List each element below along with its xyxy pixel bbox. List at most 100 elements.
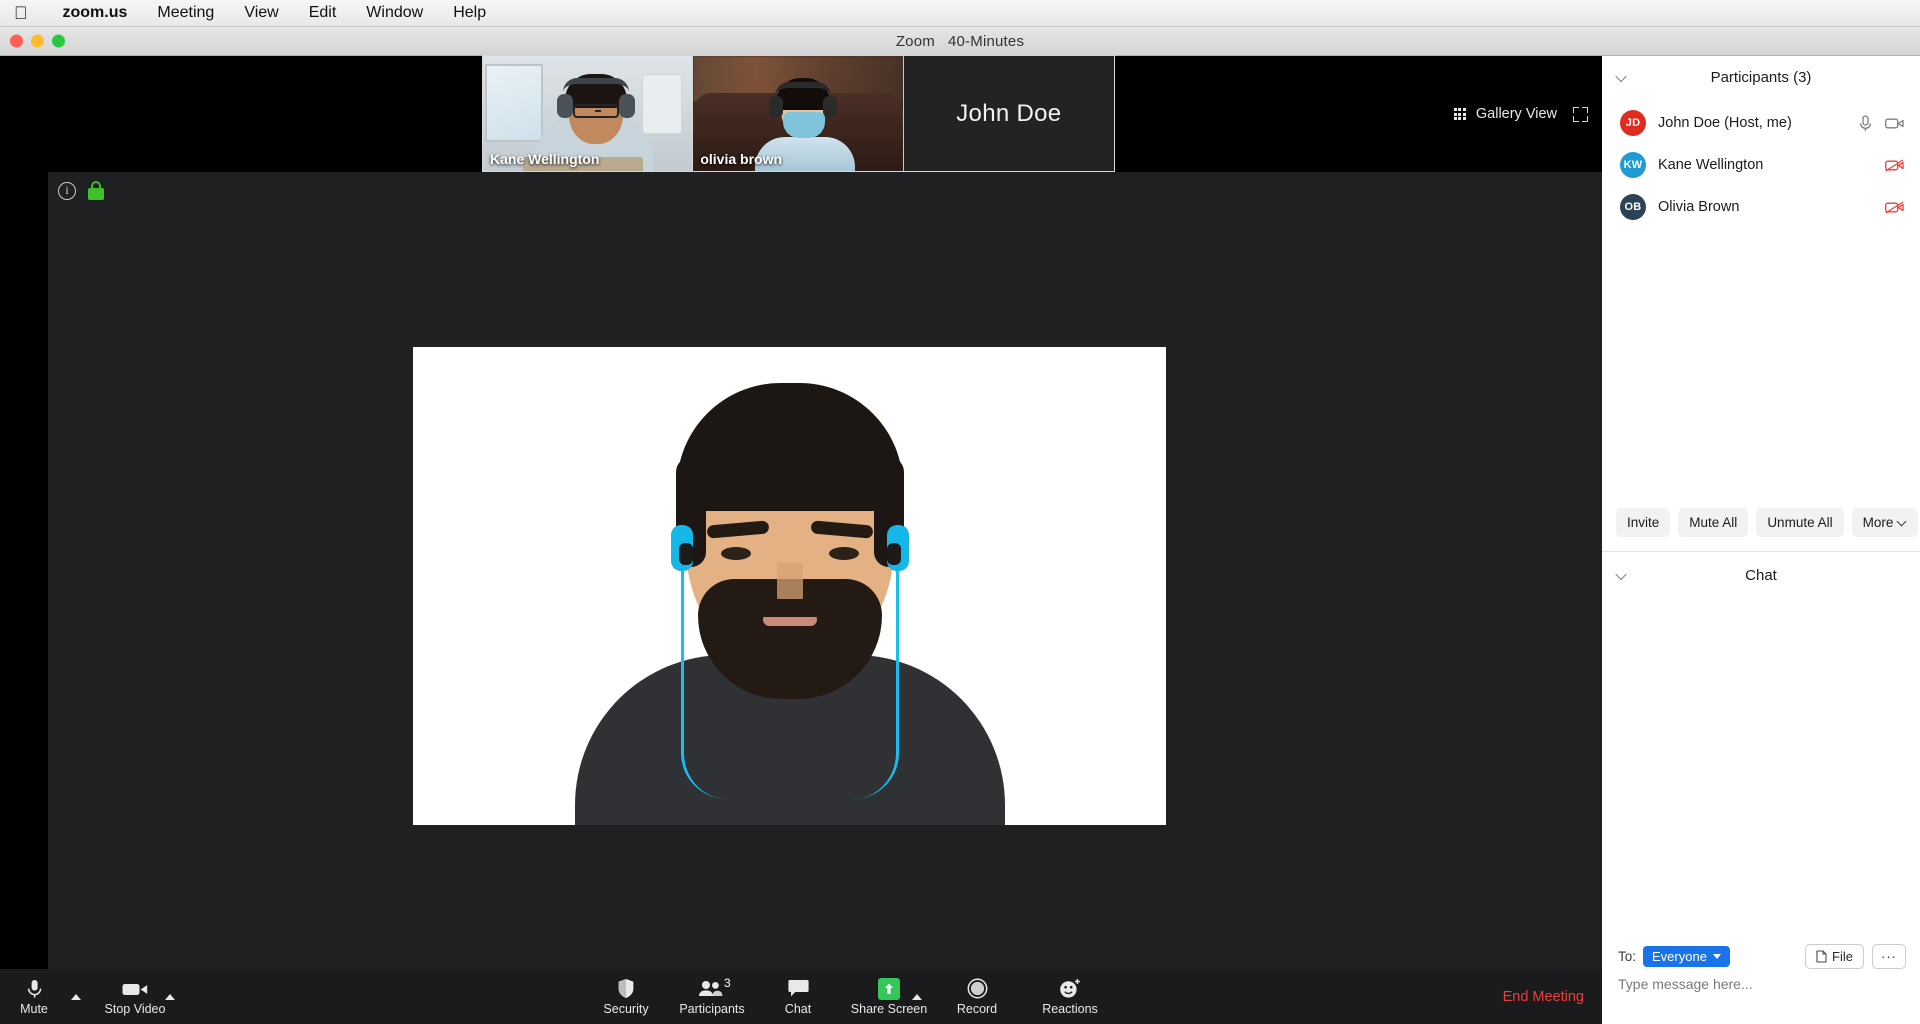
info-icon[interactable]: i: [58, 182, 76, 200]
file-button[interactable]: File: [1805, 944, 1864, 969]
video-stage: Kane Wellington olivia brown John Doe: [48, 56, 1602, 969]
chat-header-label: Chat: [1745, 567, 1777, 584]
meeting-toolbar: Mute Stop Video: [0, 969, 1602, 1024]
avatar: KW: [1620, 152, 1646, 178]
unmute-all-button[interactable]: Unmute All: [1756, 508, 1843, 537]
participants-count-badge: 3: [724, 976, 731, 990]
chat-recipient-selector[interactable]: Everyone: [1643, 946, 1730, 967]
window-title-meeting: 40-Minutes: [948, 33, 1024, 50]
participant-status-icons: [1885, 201, 1904, 214]
participants-header-label: Participants (3): [1711, 69, 1812, 86]
mute-button-label: Mute: [20, 1003, 48, 1016]
invite-button[interactable]: Invite: [1616, 508, 1670, 537]
menu-item-zoom-us[interactable]: zoom.us: [48, 4, 143, 22]
participant-name: John Doe (Host, me): [1658, 115, 1847, 131]
thumbnail-name-label: Kane Wellington: [490, 151, 599, 167]
chat-footer: To: Everyone File: [1602, 936, 1920, 1024]
chat-footer-buttons: File ···: [1805, 944, 1906, 969]
avatar: JD: [1620, 110, 1646, 136]
participants-list: JD John Doe (Host, me): [1602, 98, 1920, 228]
mute-button[interactable]: Mute: [4, 969, 64, 1024]
video-camera-off-icon[interactable]: [1885, 159, 1904, 172]
participant-row-olivia-brown[interactable]: OB Olivia Brown: [1602, 186, 1920, 228]
minimize-button[interactable]: [31, 35, 44, 48]
meeting-body: Kane Wellington olivia brown John Doe: [0, 56, 1920, 1024]
chevron-up-icon: [912, 994, 922, 1000]
grid-icon[interactable]: [1454, 108, 1466, 120]
menu-item-help[interactable]: Help: [438, 4, 501, 22]
people-icon: 3: [698, 978, 726, 1000]
window-title: Zoom 40-Minutes: [896, 33, 1024, 50]
more-button[interactable]: More: [1852, 508, 1919, 537]
avatar: OB: [1620, 194, 1646, 220]
menu-item-edit[interactable]: Edit: [294, 4, 352, 22]
left-black-rail: [0, 56, 48, 969]
chat-to-label: To:: [1618, 949, 1636, 964]
chevron-down-icon[interactable]: [1616, 570, 1627, 581]
thumbnail-olivia-brown[interactable]: olivia brown: [693, 56, 903, 171]
record-button-label: Record: [957, 1003, 997, 1016]
window-controls: [10, 35, 65, 48]
file-icon: [1816, 950, 1827, 963]
chevron-up-icon: [165, 994, 175, 1000]
chat-panel-header: Chat: [1602, 551, 1920, 599]
window-title-app: Zoom: [896, 33, 935, 50]
thumbnail-john-doe[interactable]: John Doe: [904, 56, 1114, 171]
more-button-label: More: [1863, 515, 1894, 530]
maximize-button[interactable]: [52, 35, 65, 48]
chat-bubble-icon: [788, 978, 809, 1000]
reactions-button[interactable]: Reactions: [1022, 969, 1118, 1024]
apple-icon[interactable]: : [14, 4, 28, 22]
menu-item-meeting[interactable]: Meeting: [142, 4, 229, 22]
participants-button[interactable]: 3 Participants: [662, 969, 762, 1024]
video-camera-off-icon[interactable]: [1885, 201, 1904, 214]
video-camera-icon[interactable]: [1885, 117, 1904, 130]
participant-row-john-doe[interactable]: JD John Doe (Host, me): [1602, 102, 1920, 144]
thumbnail-name-label: olivia brown: [700, 151, 782, 167]
fullscreen-icon[interactable]: [1573, 107, 1588, 122]
shield-icon: [617, 978, 635, 1000]
record-circle-icon: [967, 978, 988, 1000]
security-button-label: Security: [603, 1003, 648, 1016]
participant-thumbnail-strip: Kane Wellington olivia brown John Doe: [482, 55, 1115, 172]
lock-icon[interactable]: [88, 181, 104, 200]
chevron-down-icon: [1713, 954, 1721, 959]
smiley-reactions-icon: [1059, 978, 1081, 1000]
gallery-view-label[interactable]: Gallery View: [1476, 106, 1557, 122]
chat-message-input[interactable]: Type message here...: [1618, 976, 1753, 992]
chat-button[interactable]: Chat: [762, 969, 834, 1024]
menu-item-view[interactable]: View: [229, 4, 293, 22]
video-camera-icon: [122, 978, 148, 1000]
shared-screen-content: [413, 347, 1166, 825]
microphone-icon[interactable]: [1859, 115, 1872, 132]
macos-menu-bar:  zoom.us Meeting View Edit Window Help: [0, 0, 1920, 27]
window-title-bar: Zoom 40-Minutes: [0, 27, 1920, 56]
menu-item-window[interactable]: Window: [351, 4, 438, 22]
chat-more-options-button[interactable]: ···: [1872, 944, 1906, 969]
participant-name: Olivia Brown: [1658, 199, 1873, 215]
audio-options-chevron[interactable]: [62, 969, 90, 1024]
thumbnail-kane-wellington[interactable]: Kane Wellington: [483, 56, 693, 171]
end-meeting-button[interactable]: End Meeting: [1503, 969, 1584, 1024]
right-side-panel: Participants (3) JD John Doe (Host, me): [1602, 56, 1920, 1024]
share-arrow-up-icon: [878, 978, 900, 1000]
chevron-up-icon: [71, 994, 81, 1000]
close-button[interactable]: [10, 35, 23, 48]
mute-all-button[interactable]: Mute All: [1678, 508, 1748, 537]
video-options-chevron[interactable]: [156, 969, 184, 1024]
security-button[interactable]: Security: [590, 969, 662, 1024]
shared-image-person: [575, 347, 1005, 825]
participant-actions: Invite Mute All Unmute All More: [1602, 508, 1920, 537]
participant-row-kane-wellington[interactable]: KW Kane Wellington: [1602, 144, 1920, 186]
participants-panel-header: Participants (3): [1602, 56, 1920, 98]
chevron-down-icon: [1898, 518, 1907, 527]
chevron-down-icon[interactable]: [1616, 72, 1627, 83]
record-button[interactable]: Record: [932, 969, 1022, 1024]
share-options-chevron[interactable]: [903, 969, 931, 1024]
participant-name: Kane Wellington: [1658, 157, 1873, 173]
chat-recipient-label: Everyone: [1652, 949, 1707, 964]
chat-button-label: Chat: [785, 1003, 811, 1016]
zoom-app-window:  zoom.us Meeting View Edit Window Help …: [0, 0, 1920, 1024]
thumbnail-name-label: John Doe: [956, 100, 1061, 128]
file-button-label: File: [1832, 949, 1853, 964]
